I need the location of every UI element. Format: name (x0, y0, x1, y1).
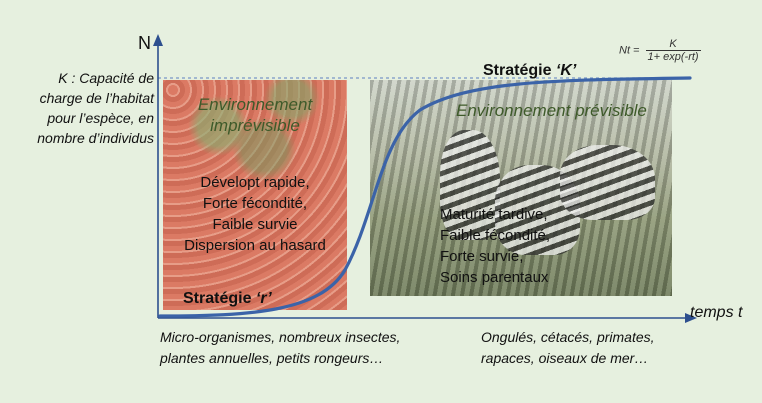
r-environment-label: Environnement imprévisible (163, 94, 347, 136)
r-environment-line: Environnement (197, 95, 313, 114)
k-example-line: Ongulés, cétacés, primates, (481, 329, 655, 345)
r-strategy-title: Stratégie ‘r’ (183, 290, 272, 308)
k-strategy-title-text: Stratégie (483, 62, 556, 79)
r-strategy-letter: ‘r’ (255, 290, 272, 307)
carrying-capacity-label: K : Capacité de charge de l’habitat pour… (37, 70, 154, 146)
y-axis-arrowhead (153, 34, 163, 46)
k-trait: Faible fécondité, (440, 227, 551, 244)
logistic-formula: Nt = K 1+ exp(-rt) (619, 38, 701, 63)
k-strategy-title: Stratégie ‘K’ (483, 62, 576, 80)
k-traits-list: Maturité tardive, Faible fécondité, Fort… (440, 204, 580, 288)
r-trait: Dévelopt rapide, (200, 174, 310, 191)
r-examples: Micro-organismes, nombreux insectes, pla… (160, 327, 400, 369)
k-trait: Soins parentaux (440, 269, 549, 286)
k-environment-label: Environnement prévisible (456, 101, 647, 120)
formula-denominator: 1+ exp(-rt) (647, 51, 699, 63)
r-example-line: Micro-organismes, nombreux insectes, (160, 329, 401, 345)
formula-fraction: K 1+ exp(-rt) (645, 38, 701, 63)
r-traits-list: Dévelopt rapide, Forte fécondité, Faible… (163, 172, 347, 256)
r-trait: Faible survie (212, 216, 298, 233)
k-example-line: rapaces, oiseaux de mer… (481, 350, 649, 366)
k-trait: Maturité tardive, (440, 206, 548, 223)
k-examples: Ongulés, cétacés, primates, rapaces, ois… (481, 327, 655, 369)
y-axis-label: N (138, 33, 151, 53)
k-strategy-letter: ‘K’ (555, 62, 577, 79)
formula-numerator: K (645, 38, 701, 51)
k-trait: Forte survie, (440, 248, 524, 265)
r-trait: Dispersion au hasard (184, 237, 326, 254)
x-axis-label: temps t (690, 304, 743, 321)
r-example-line: plantes annuelles, petits rongeurs… (160, 350, 384, 366)
r-strategy-title-text: Stratégie (183, 290, 256, 307)
r-trait: Forte fécondité, (202, 195, 308, 212)
formula-lhs: Nt = (619, 44, 640, 57)
r-environment-line: imprévisible (210, 116, 300, 135)
